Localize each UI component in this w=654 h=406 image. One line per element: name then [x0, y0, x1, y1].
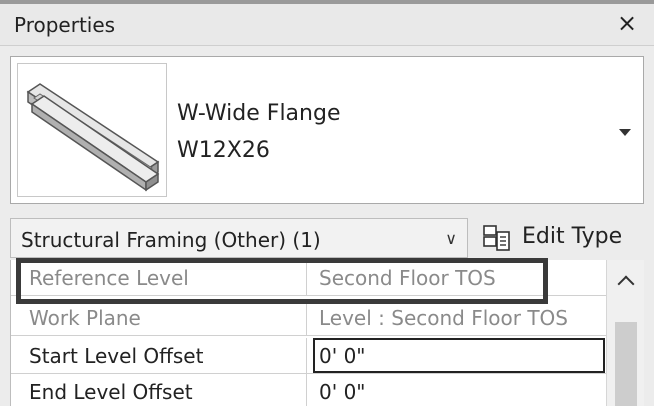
parameter-name: Start Level Offset — [29, 344, 204, 368]
chevron-down-icon: ∨ — [445, 229, 457, 248]
type-name: W12X26 — [177, 138, 270, 163]
parameter-row-end-level-offset[interactable]: End Level Offset 0' 0" — [11, 374, 607, 406]
parameter-grid: Reference Level Second Floor TOS Work Pl… — [10, 260, 607, 406]
edit-type-icon — [482, 224, 512, 252]
category-filter-dropdown[interactable]: Structural Framing (Other) (1) ∨ — [10, 218, 468, 258]
parameter-row-reference-level: Reference Level Second Floor TOS — [11, 260, 607, 296]
parameter-name-cell: End Level Offset — [11, 374, 307, 406]
parameter-name-cell: Reference Level — [11, 260, 307, 296]
dropdown-arrow-icon[interactable] — [619, 129, 631, 136]
parameter-value: Second Floor TOS — [319, 266, 496, 290]
steel-beam-icon — [17, 63, 167, 197]
type-family-name: W-Wide Flange — [177, 101, 341, 126]
parameter-value: Level : Second Floor TOS — [319, 306, 568, 330]
edit-type-button[interactable]: Edit Type — [476, 218, 644, 258]
instance-filter-row: Structural Framing (Other) (1) ∨ Edit Ty… — [10, 214, 644, 260]
type-selector[interactable]: W-Wide Flange W12X26 — [10, 56, 644, 204]
parameter-value: 0' 0" — [319, 380, 366, 404]
properties-palette: Properties × W-Wide Flange W12X26 Struct… — [0, 0, 654, 406]
start-level-offset-input[interactable]: 0' 0" — [313, 338, 605, 373]
parameter-value-cell: Second Floor TOS — [307, 260, 607, 296]
title-bar: Properties × — [0, 4, 654, 46]
vertical-scrollbar[interactable] — [606, 260, 644, 406]
parameter-name: End Level Offset — [29, 380, 193, 404]
end-level-offset-input[interactable]: 0' 0" — [307, 374, 607, 406]
parameter-row-start-level-offset[interactable]: Start Level Offset 0' 0" — [11, 338, 607, 374]
parameter-name: Work Plane — [29, 306, 141, 330]
parameter-value: 0' 0" — [319, 344, 366, 368]
scroll-thumb[interactable] — [615, 322, 637, 406]
palette-title: Properties — [14, 13, 116, 37]
parameter-name: Reference Level — [29, 266, 189, 290]
scroll-up-icon[interactable] — [617, 275, 635, 293]
edit-type-label: Edit Type — [522, 224, 623, 249]
close-icon[interactable]: × — [614, 10, 640, 36]
parameter-name-cell: Work Plane — [11, 300, 307, 336]
parameter-name-cell: Start Level Offset — [11, 338, 307, 374]
parameter-row-work-plane: Work Plane Level : Second Floor TOS — [11, 300, 607, 336]
category-filter-label: Structural Framing (Other) (1) — [21, 228, 321, 252]
parameter-value-cell: Level : Second Floor TOS — [307, 300, 607, 336]
